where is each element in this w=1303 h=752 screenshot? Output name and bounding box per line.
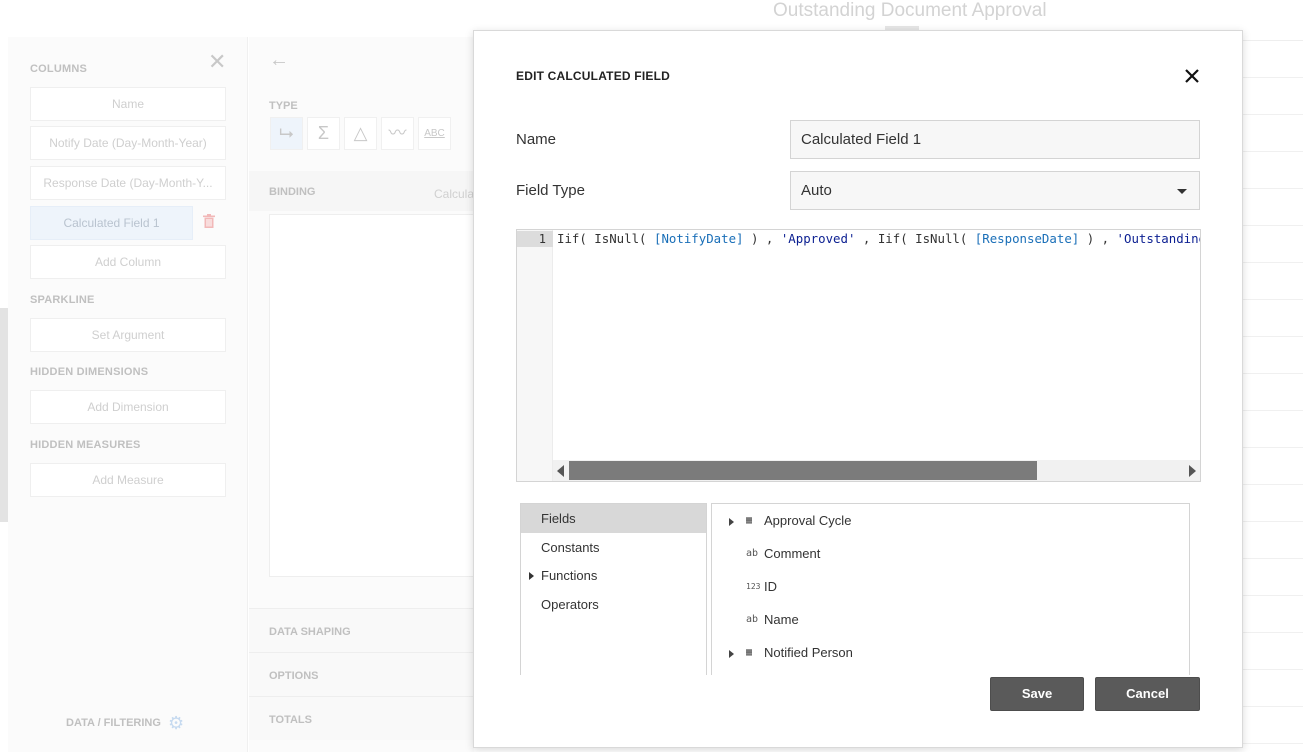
text-type-icon[interactable]: ABC [418,117,451,150]
binding-middle-panel: ← TYPE ⮡ Σ △ 〰 ABC BINDING Calcula DATA … [249,37,489,752]
category-functions[interactable]: Functions [521,561,706,590]
column-item-name[interactable]: Name [30,87,226,121]
expression-editor[interactable]: 1 Iif( IsNull( [NotifyDate] ) , 'Approve… [516,229,1201,482]
caret-right-icon[interactable] [729,650,734,658]
field-type-label: Field Type [516,182,585,199]
column-item-response-date[interactable]: Response Date (Day-Month-Y... [30,166,226,200]
gear-icon[interactable]: ⚙ [168,713,184,734]
caret-right-icon[interactable] [529,572,534,580]
back-arrow-icon[interactable]: ← [269,49,289,72]
dashboard-title: Outstanding Document Approval [773,0,1047,21]
binding-section-label: BINDING [269,186,316,198]
add-measure-button[interactable]: Add Measure [30,463,226,497]
edit-calculated-field-dialog: EDIT CALCULATED FIELD Name Calculated Fi… [473,30,1243,748]
caret-right-icon[interactable] [729,518,734,526]
table-icon: ▦ [746,647,753,658]
binding-value: Calcula [434,187,475,201]
binding-content-area [269,214,489,577]
string-type-icon: ab [746,614,759,625]
category-constants[interactable]: Constants [521,533,706,562]
column-item-notify-date[interactable]: Notify Date (Day-Month-Year) [30,126,226,160]
field-item-id[interactable]: 123 ID [712,572,1189,602]
sum-type-icon[interactable]: Σ [307,117,340,150]
column-item-calculated-field[interactable]: Calculated Field 1 [30,206,193,240]
name-label: Name [516,131,557,148]
trash-icon[interactable] [203,214,215,228]
options-row[interactable]: OPTIONS [249,652,474,696]
field-item-approval-cycle[interactable]: ▦ Approval Cycle [712,506,1189,536]
hidden-dimensions-label: HIDDEN DIMENSIONS [30,366,149,378]
string-type-icon: ab [746,548,759,559]
data-shaping-row[interactable]: DATA SHAPING [249,608,474,652]
editor-gutter: 1 [517,230,553,481]
side-panel-tab [0,308,8,522]
save-button[interactable]: Save [990,677,1084,711]
field-item-notified-person[interactable]: ▦ Notified Person [712,638,1189,668]
columns-section-label: COLUMNS [30,63,88,75]
field-item-name[interactable]: ab Name [712,605,1189,635]
line-number: 1 [517,231,553,247]
dialog-title: EDIT CALCULATED FIELD [516,69,670,83]
caret-down-icon [1177,189,1187,194]
add-dimension-button[interactable]: Add Dimension [30,390,226,424]
category-operators[interactable]: Operators [521,590,706,619]
scroll-left-icon[interactable] [557,465,564,477]
expression-code-line[interactable]: Iif( IsNull( [NotifyDate] ) , 'Approved'… [557,231,1200,247]
sparkline-type-icon[interactable]: 〰 [381,117,414,150]
cancel-button[interactable]: Cancel [1095,677,1200,711]
totals-row[interactable]: TOTALS [249,696,474,740]
dimension-type-icon[interactable]: ⮡ [270,117,303,150]
close-icon[interactable] [1181,65,1203,87]
scroll-right-icon[interactable] [1189,465,1196,477]
type-section-label: TYPE [269,100,298,112]
name-input[interactable]: Calculated Field 1 [790,120,1200,159]
field-type-value: Auto [801,182,832,199]
category-fields[interactable]: Fields [521,504,706,533]
horizontal-scrollbar[interactable] [553,460,1200,481]
set-argument-button[interactable]: Set Argument [30,318,226,352]
number-type-icon: 123 [746,582,761,591]
background-grid [1243,40,1303,752]
panel-close-icon[interactable]: ✕ [208,51,226,73]
field-item-comment[interactable]: ab Comment [712,539,1189,569]
sparkline-section-label: SPARKLINE [30,294,95,306]
binding-left-panel: ✕ COLUMNS Name Notify Date (Day-Month-Ye… [8,37,248,752]
category-list: Fields Constants Functions Operators [520,503,707,675]
table-icon: ▦ [746,515,753,526]
hidden-measures-label: HIDDEN MEASURES [30,439,141,451]
data-filtering-label[interactable]: DATA / FILTERING [66,717,161,729]
scrollbar-thumb[interactable] [569,461,1037,480]
add-column-button[interactable]: Add Column [30,245,226,279]
delta-type-icon[interactable]: △ [344,117,377,150]
field-list: ▦ Approval Cycle ab Comment 123 ID ab Na… [711,503,1190,675]
field-type-select[interactable]: Auto [790,171,1200,210]
